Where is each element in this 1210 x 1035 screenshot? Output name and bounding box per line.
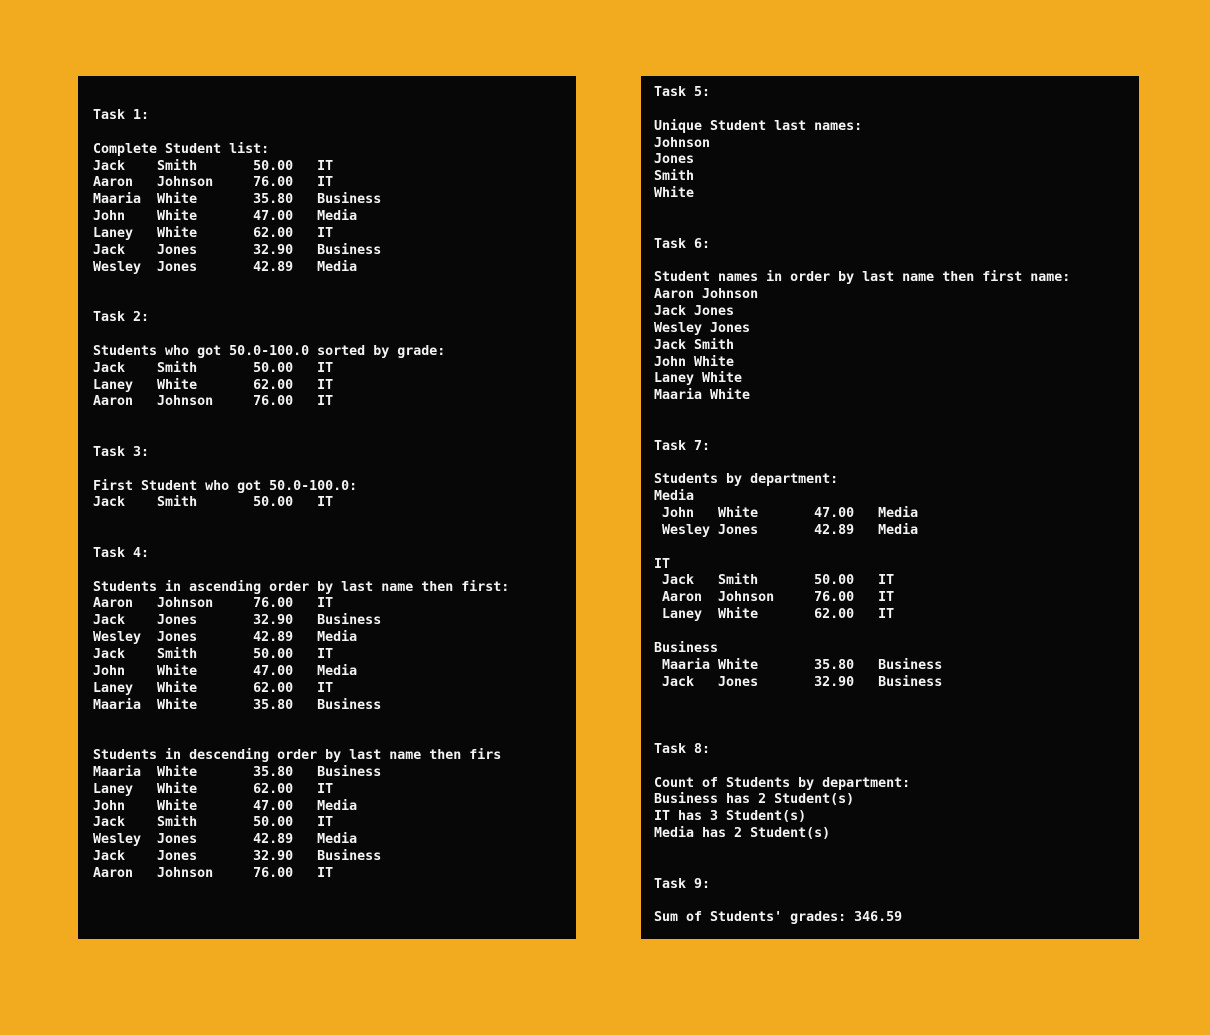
- console-line: Business has 2 Student(s): [654, 792, 855, 808]
- console-line: Media: [654, 489, 695, 505]
- console-line: Task 1:: [93, 108, 150, 123]
- console-line: Laney White 62.00 IT: [93, 225, 334, 241]
- console-line: John White 47.00 Media: [93, 209, 358, 225]
- console-window-left: Task 1: Complete Student list: Jack Smit…: [78, 76, 576, 939]
- console-line: Jack Jones 32.90 Business: [93, 613, 382, 629]
- console-line: First Student who got 50.0-100.0:: [93, 478, 358, 494]
- console-line: Aaron Johnson 76.00 IT: [93, 865, 334, 881]
- console-line: Maaria White 35.80 Business: [93, 764, 382, 780]
- console-line: Media has 2 Student(s): [654, 826, 831, 842]
- console-line: Students in descending order by last nam…: [93, 748, 502, 764]
- console-output-right: Task 5: Unique Student last names: Johns…: [654, 85, 1070, 927]
- console-line: Wesley Jones 42.89 Media: [93, 259, 358, 275]
- console-line: John White 47.00 Media: [93, 663, 358, 679]
- console-line: Unique Student last names:: [654, 118, 863, 134]
- console-line: Task 7:: [654, 438, 711, 454]
- console-line: Aaron Johnson 76.00 IT: [93, 394, 334, 410]
- console-line: Maaria White 35.80 Business: [93, 697, 382, 713]
- console-line: Students who got 50.0-100.0 sorted by gr…: [93, 343, 446, 359]
- console-line: John White: [654, 354, 735, 370]
- console-line: Complete Student list:: [93, 141, 270, 157]
- console-line: Maaria White 35.80 Business: [93, 192, 382, 208]
- console-line: Maaria White: [654, 388, 751, 404]
- console-line: Task 8:: [654, 741, 711, 757]
- console-line: IT: [654, 556, 671, 572]
- console-line: Jack Smith 50.00 IT: [93, 360, 334, 376]
- console-line: Maaria White 35.80 Business: [654, 657, 943, 673]
- console-line: Wesley Jones: [654, 320, 751, 336]
- console-line: Laney White 62.00 IT: [93, 680, 334, 696]
- console-window-right: Task 5: Unique Student last names: Johns…: [641, 76, 1139, 939]
- console-line: Jack Jones 32.90 Business: [654, 674, 943, 690]
- console-line: Aaron Johnson 76.00 IT: [93, 596, 334, 612]
- console-line: Jack Jones 32.90 Business: [93, 242, 382, 258]
- console-line: Aaron Johnson 76.00 IT: [93, 175, 334, 191]
- console-line: Jack Jones: [654, 303, 735, 319]
- console-line: Jack Jones 32.90 Business: [93, 849, 382, 865]
- console-line: Laney White 62.00 IT: [93, 377, 334, 393]
- console-line: Task 4:: [93, 545, 150, 561]
- console-line: Jack Smith 50.00 IT: [93, 158, 334, 174]
- console-output-left: Task 1: Complete Student list: Jack Smit…: [93, 108, 509, 883]
- console-line: Laney White 62.00 IT: [93, 781, 334, 797]
- console-line: Task 9:: [654, 876, 711, 892]
- console-line: Task 6:: [654, 236, 711, 252]
- console-line: Aaron Johnson 76.00 IT: [654, 590, 895, 606]
- console-line: Students by department:: [654, 472, 839, 488]
- console-line: Count of Students by department:: [654, 775, 911, 791]
- console-line: Laney White: [654, 371, 743, 387]
- console-line: Jack Smith 50.00 IT: [93, 495, 334, 511]
- console-line: Wesley Jones 42.89 Media: [654, 522, 919, 538]
- console-line: IT has 3 Student(s): [654, 809, 807, 825]
- console-line: Laney White 62.00 IT: [654, 607, 895, 623]
- console-line: White: [654, 186, 695, 202]
- console-line: Task 2:: [93, 310, 150, 326]
- console-line: Jack Smith 50.00 IT: [93, 647, 334, 662]
- console-line: Student names in order by last name then…: [654, 270, 1071, 286]
- console-line: Jack Smith: [654, 337, 735, 353]
- console-line: Task 3:: [93, 444, 150, 460]
- console-line: Johnson: [654, 135, 711, 151]
- console-line: Jack Smith 50.00 IT: [93, 815, 334, 831]
- console-line: John White 47.00 Media: [654, 506, 919, 522]
- console-line: Smith: [654, 169, 695, 185]
- console-line: Aaron Johnson: [654, 287, 759, 303]
- console-line: Business: [654, 640, 719, 656]
- console-line: Sum of Students' grades: 346.59: [654, 910, 903, 926]
- console-line: Task 5:: [654, 85, 711, 100]
- console-line: Jack Smith 50.00 IT: [654, 573, 895, 589]
- console-line: Wesley Jones 42.89 Media: [93, 630, 358, 646]
- console-line: Jones: [654, 152, 695, 168]
- console-line: John White 47.00 Media: [93, 798, 358, 814]
- console-line: Wesley Jones 42.89 Media: [93, 832, 358, 848]
- console-line: Students in ascending order by last name…: [93, 579, 510, 595]
